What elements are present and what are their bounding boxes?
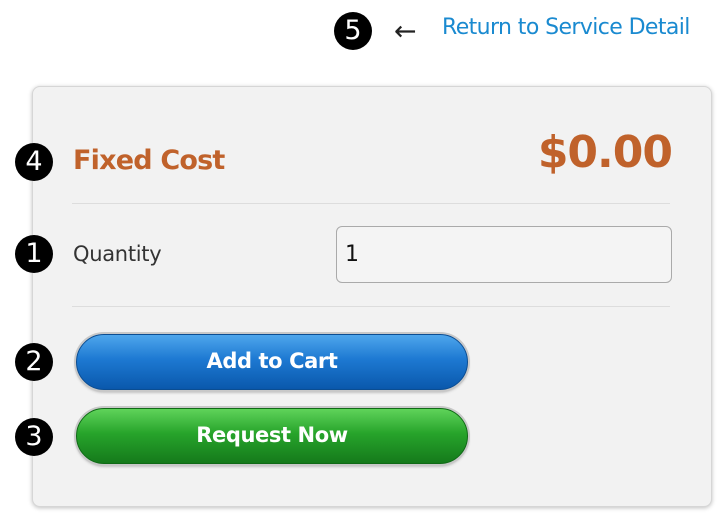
callout-marker-3: 3 [15, 418, 53, 456]
return-to-service-detail-link[interactable]: Return to Service Detail [442, 15, 690, 40]
quantity-label: Quantity [73, 242, 162, 266]
fixed-cost-label: Fixed Cost [73, 145, 225, 176]
callout-marker-4: 4 [15, 143, 53, 181]
callout-marker-1: 1 [15, 235, 53, 273]
request-now-button[interactable]: Request Now [76, 408, 468, 464]
divider [72, 203, 670, 204]
callout-marker-5: 5 [334, 12, 372, 50]
price-value: $0.00 [537, 127, 673, 178]
divider [72, 306, 670, 307]
order-widget-screenshot: 5 ← Return to Service Detail 4 Fixed Cos… [0, 0, 719, 518]
left-arrow-icon: ← [394, 16, 417, 47]
quantity-input[interactable] [336, 226, 672, 283]
callout-marker-2: 2 [15, 343, 53, 381]
add-to-cart-button[interactable]: Add to Cart [76, 334, 468, 390]
